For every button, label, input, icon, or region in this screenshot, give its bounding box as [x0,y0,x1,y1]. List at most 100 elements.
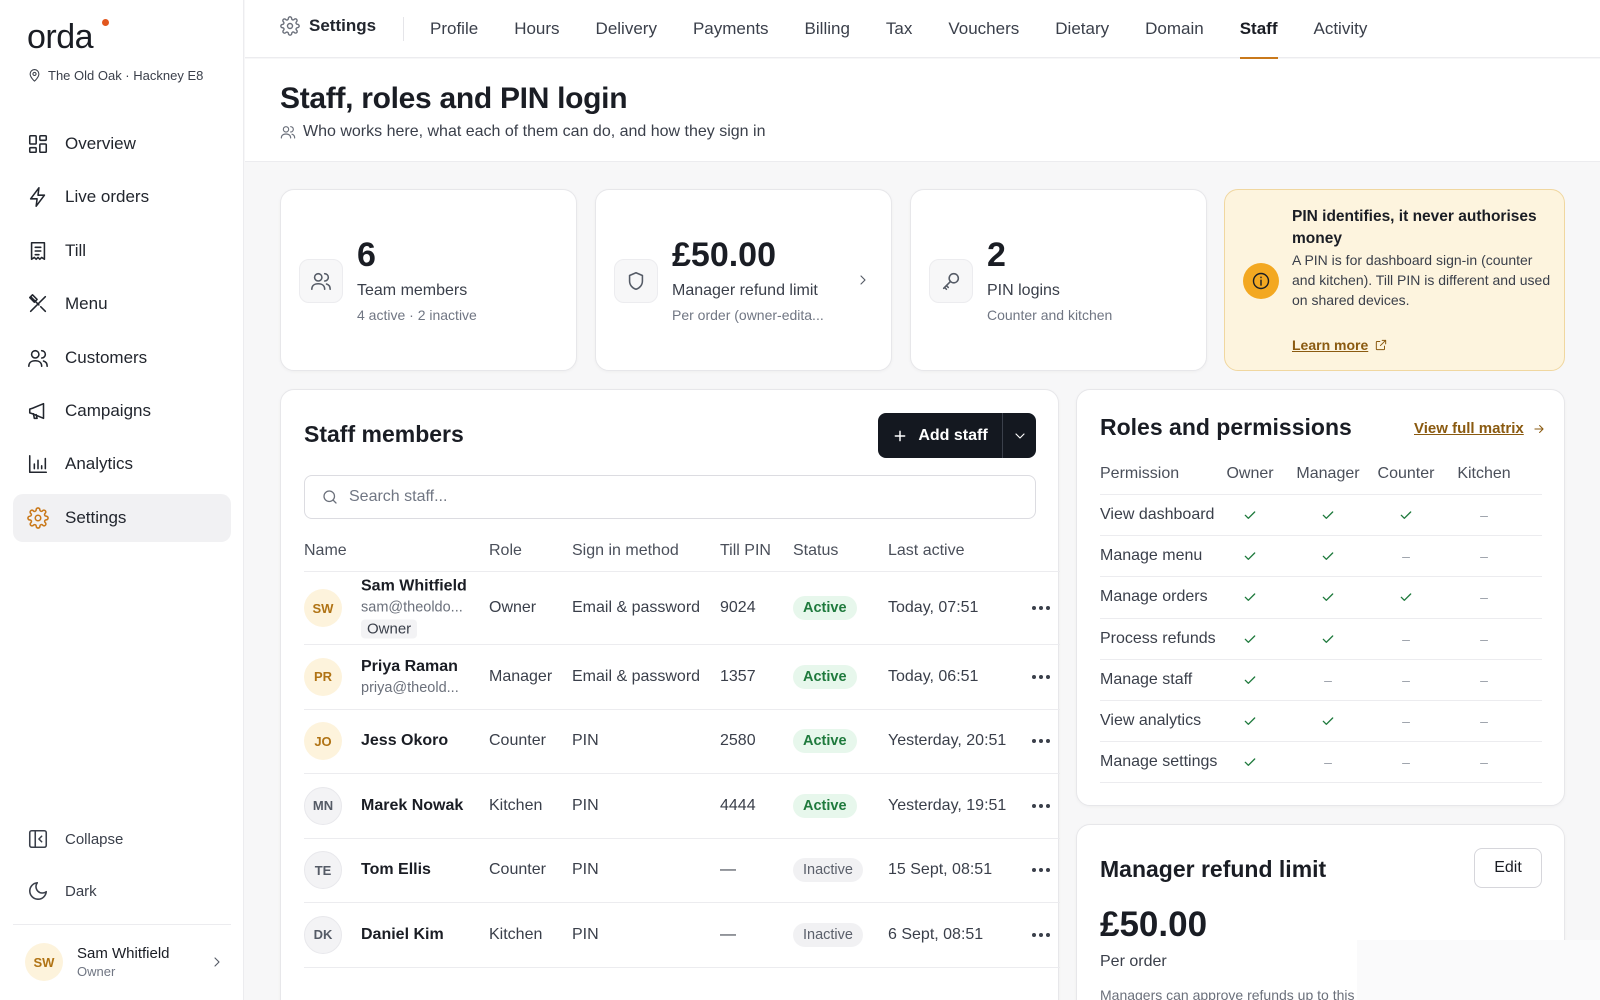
permission-granted [1215,631,1285,647]
sidebar-item-customers[interactable]: Customers [13,334,231,382]
row-actions-button[interactable] [1028,800,1054,812]
check-icon [1244,552,1256,561]
table-row[interactable]: TE Tom Ellis Counter PIN — Inactive 15 Sept, 0… [304,839,1060,903]
tab-activity[interactable]: Activity [1314,0,1368,58]
permission-row: View analytics – – [1100,701,1542,743]
column-header-sign-in-method[interactable]: Sign in method [572,542,679,560]
sidebar-item-live-orders[interactable]: Live orders [13,173,231,221]
column-header-name[interactable]: Name [304,542,347,560]
more-dot [1039,868,1043,873]
permission-denied: – [1480,671,1488,688]
sidebar-item-campaigns[interactable]: Campaigns [13,387,231,435]
permission-denied: – [1402,548,1410,565]
search-icon [323,490,337,504]
tab-staff[interactable]: Staff [1239,0,1278,59]
check-icon [1244,676,1256,684]
tab-tax[interactable]: Tax [886,0,912,58]
sidebar: orda The Old Oak · Hackney E8 Overview L… [0,0,244,1000]
dark-mode-label: Dark [65,882,97,900]
settings-tabs: Profile Hours Delivery Payments Billing … [430,0,1403,59]
permission-granted [1371,589,1441,605]
tab-vouchers[interactable]: Vouchers [948,0,1019,58]
avatar: PR [304,657,342,696]
check-icon [1244,634,1256,643]
sidebar-item-settings[interactable]: Settings [13,493,231,542]
row-actions-button[interactable] [1028,735,1054,747]
users-icon [311,272,331,291]
sidebar-item-label: Analytics [65,454,134,474]
stat-card-refund-limit[interactable]: £50.00 Manager refund limit Per order (o… [595,189,892,371]
current-user-card[interactable]: SW Sam Whitfield Owner [25,940,225,984]
row-actions-button[interactable] [1028,864,1054,876]
avatar: SW [25,943,63,981]
permission-name: Process refunds [1100,629,1216,647]
permission-denied: – [1480,630,1488,647]
sidebar-item-menu[interactable]: Menu [13,280,231,328]
sidebar-item-label: Live orders [65,187,150,207]
column-header-last-active[interactable]: Last active [888,542,964,560]
more-dot [1046,932,1050,937]
permission-name: View dashboard [1100,506,1215,524]
staff-till-pin: 4444 [720,796,756,814]
sidebar-item-till[interactable]: Till [13,227,231,275]
dark-mode-toggle[interactable]: Dark [27,880,97,902]
row-actions-button[interactable] [1028,671,1054,683]
settings-breadcrumb[interactable]: Settings [280,16,376,36]
tab-payments[interactable]: Payments [693,0,769,58]
toast-placeholder [1357,940,1600,1000]
refund-limit-value: £50.00 [1100,905,1208,944]
status-badge: Active [793,729,857,754]
sidebar-item-analytics[interactable]: Analytics [13,440,231,488]
staff-name: Priya Raman [361,657,458,675]
row-actions-button[interactable] [1028,929,1054,941]
tab-delivery[interactable]: Delivery [596,0,657,58]
add-staff-dropdown-button[interactable] [1002,413,1036,458]
staff-sign-in-method: PIN [572,925,599,943]
row-actions-button[interactable] [1028,602,1054,614]
key-icon [942,272,960,291]
tab-hours[interactable]: Hours [514,0,559,58]
table-row[interactable]: MN Marek Nowak Kitchen PIN 4444 Active Yesterd… [304,774,1060,839]
check-icon [1322,634,1334,643]
edit-refund-limit-button[interactable]: Edit [1474,848,1542,888]
table-row[interactable]: PR Priya Raman priya@theold... Manager Email… [304,645,1060,710]
permission-granted [1215,548,1285,564]
tab-billing[interactable]: Billing [805,0,850,58]
brand-logo[interactable]: orda [27,18,94,57]
more-dot [1039,739,1043,744]
staff-till-pin: 1357 [720,667,756,685]
tab-profile[interactable]: Profile [430,0,478,58]
stat-label: Manager refund limit [672,282,818,299]
staff-role: Counter [489,861,546,879]
permission-granted [1215,754,1285,770]
avatar: MN [304,786,342,825]
sidebar-item-label: Customers [65,347,148,367]
plus-icon [894,430,906,441]
collapse-sidebar-button[interactable]: Collapse [27,828,123,850]
staff-search-input[interactable] [349,488,949,506]
staff-last-active: Today, 06:51 [888,667,979,685]
info-title: PIN identifies, it never authorises mone… [1292,208,1537,247]
avatar: SW [304,589,342,627]
add-staff-split-button: Add staff [878,413,1036,458]
sidebar-collapse-icon [28,829,48,849]
chevron-right-icon[interactable] [855,272,871,288]
status-badge: Inactive [793,922,863,947]
table-row[interactable]: SW Sam Whitfield sam@theoldo... Owner Owner E… [304,572,1060,645]
column-header-status[interactable]: Status [793,542,838,560]
learn-more-link[interactable]: Learn more [1292,337,1388,353]
column-header-till-pin[interactable]: Till PIN [720,542,771,560]
view-full-matrix-link[interactable]: View full matrix [1414,420,1546,437]
page-header: Staff, roles and PIN login Who works her… [245,59,1600,162]
add-staff-button[interactable]: Add staff [878,413,1002,458]
column-header-role[interactable]: Role [489,542,522,560]
tab-dietary[interactable]: Dietary [1055,0,1109,58]
permission-granted [1215,713,1285,729]
tab-domain[interactable]: Domain [1145,0,1204,58]
check-icon [1322,717,1334,726]
table-row[interactable]: DK Daniel Kim Kitchen PIN — Inactive 6 Sept, 0… [304,903,1060,968]
sidebar-item-overview[interactable]: Overview [13,120,231,168]
staff-last-active: 15 Sept, 08:51 [888,861,993,879]
staff-till-pin: 2580 [720,732,756,750]
table-row[interactable]: JO Jess Okoro Counter PIN 2580 Active Yesterda… [304,710,1060,774]
